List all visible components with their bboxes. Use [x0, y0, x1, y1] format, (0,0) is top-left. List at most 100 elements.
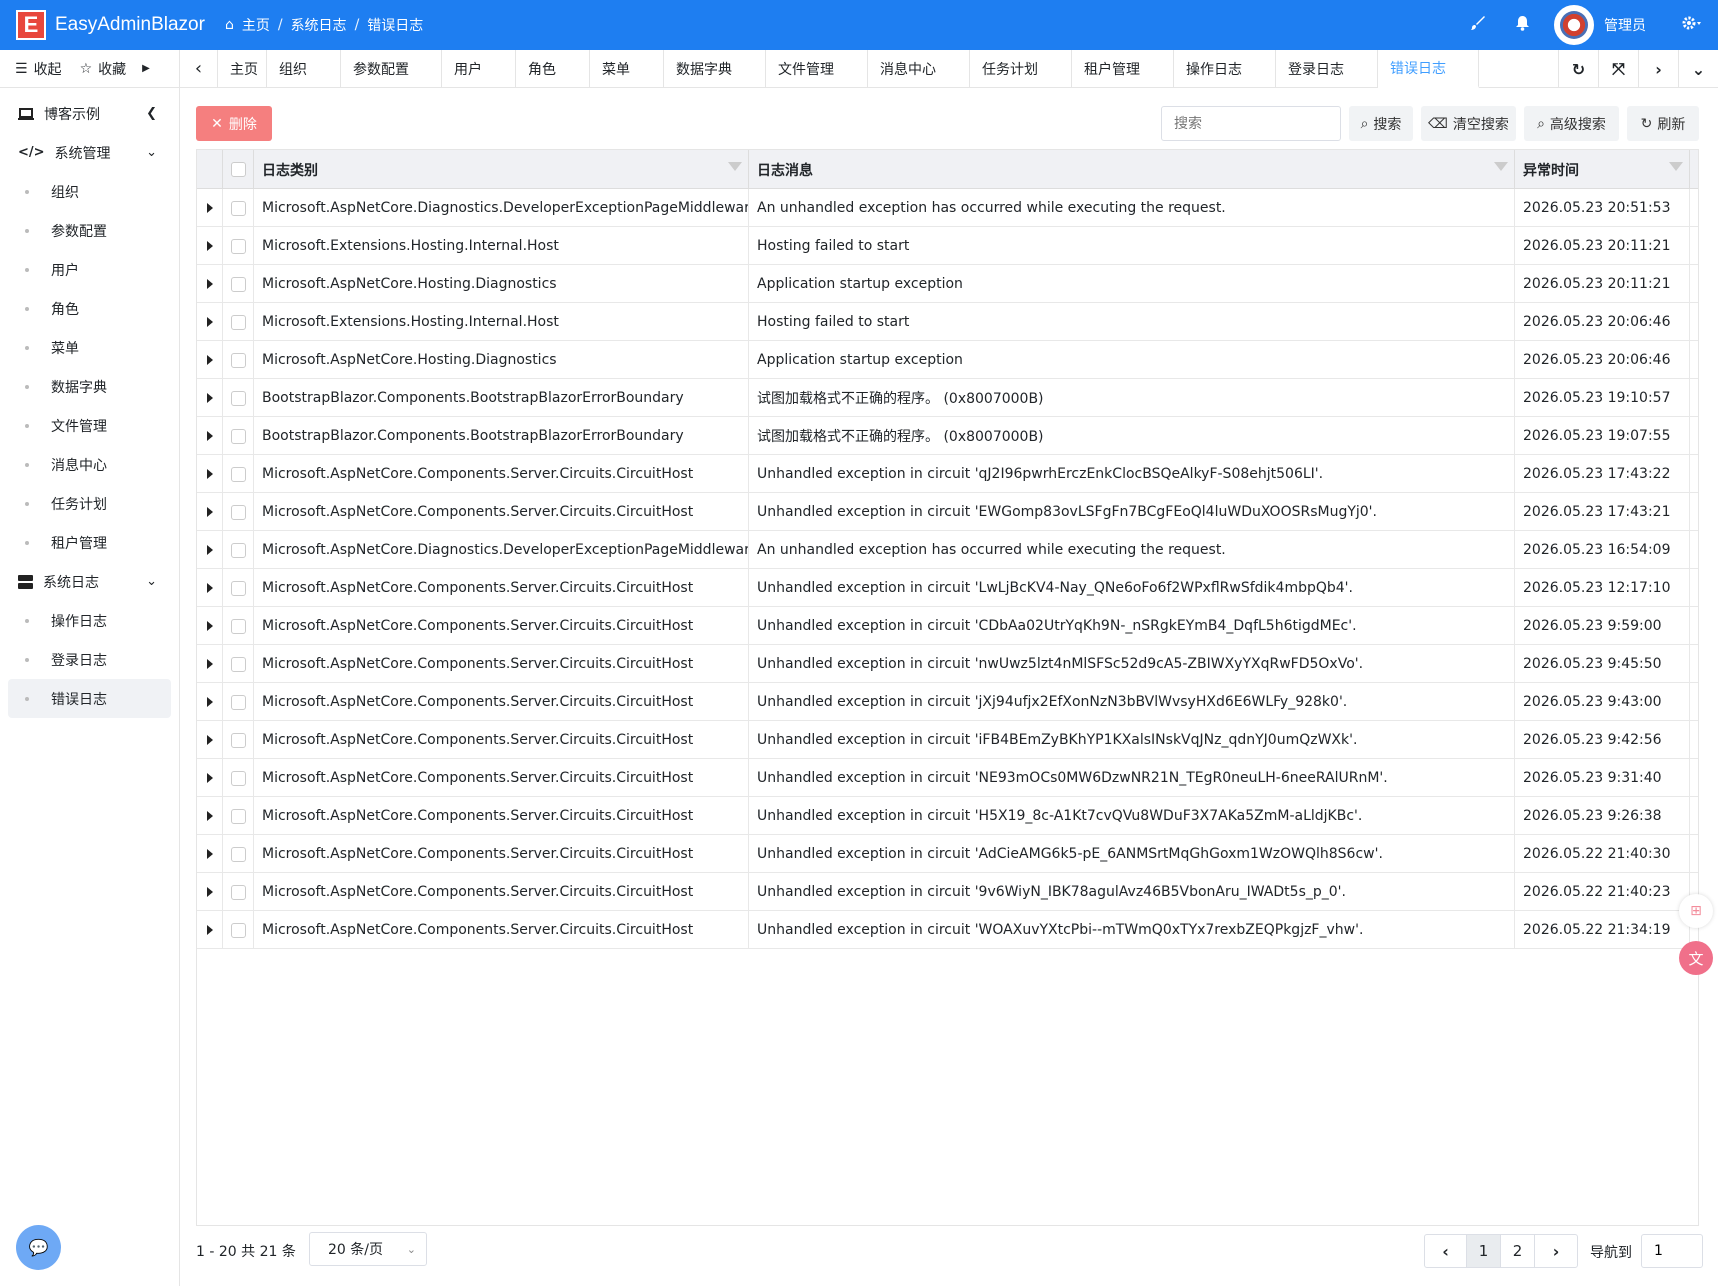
search-button[interactable]: ⌕ 搜索: [1349, 106, 1413, 141]
apps-float-button[interactable]: ⊞: [1679, 894, 1713, 928]
table-row[interactable]: Microsoft.Extensions.Hosting.Internal.Ho…: [197, 303, 1698, 341]
table-row[interactable]: Microsoft.AspNetCore.Components.Server.C…: [197, 645, 1698, 683]
search-input[interactable]: [1161, 106, 1341, 141]
expand-row-button[interactable]: [197, 265, 223, 303]
sidebar-item-operation-log[interactable]: 操作日志: [8, 601, 171, 640]
goto-page-input[interactable]: [1641, 1234, 1703, 1268]
sidebar-item-tasks[interactable]: 任务计划: [8, 484, 171, 523]
page-size-select[interactable]: 20 条/页 ⌄: [309, 1232, 427, 1266]
row-checkbox[interactable]: [230, 694, 246, 710]
chat-float-button[interactable]: 💬: [16, 1225, 61, 1270]
collapse-button[interactable]: ☰ 收起: [15, 59, 62, 79]
table-row[interactable]: Microsoft.AspNetCore.Components.Server.C…: [197, 683, 1698, 721]
table-row[interactable]: Microsoft.AspNetCore.Hosting.Diagnostics…: [197, 341, 1698, 379]
expand-row-button[interactable]: [197, 493, 223, 531]
table-row[interactable]: Microsoft.AspNetCore.Components.Server.C…: [197, 721, 1698, 759]
expand-row-button[interactable]: [197, 531, 223, 569]
next-page-button[interactable]: ›: [1535, 1235, 1577, 1267]
row-checkbox[interactable]: [230, 504, 246, 520]
menu-group-logs[interactable]: 系统日志 ⌄: [0, 562, 179, 601]
filter-icon[interactable]: [728, 162, 742, 171]
menu-group-system[interactable]: </> 系统管理 ⌄: [0, 133, 179, 172]
column-header-message[interactable]: 日志消息: [749, 150, 1515, 189]
table-row[interactable]: Microsoft.Extensions.Hosting.Internal.Ho…: [197, 227, 1698, 265]
tab-params[interactable]: 参数配置: [341, 50, 442, 88]
tab-scroll-right-button[interactable]: ›: [1638, 50, 1678, 88]
brand-name[interactable]: EasyAdminBlazor: [55, 14, 205, 36]
favorite-button[interactable]: ☆ 收藏: [80, 59, 127, 79]
translate-float-button[interactable]: 文: [1679, 941, 1713, 975]
clear-search-button[interactable]: ⌫ 清空搜索: [1421, 106, 1516, 141]
expand-row-button[interactable]: [197, 797, 223, 835]
expand-row-button[interactable]: [197, 759, 223, 797]
row-checkbox[interactable]: [230, 238, 246, 254]
sidebar-item-login-log[interactable]: 登录日志: [8, 640, 171, 679]
sidebar-item-users[interactable]: 用户: [8, 250, 171, 289]
caret-right-icon[interactable]: ▶: [142, 63, 150, 74]
tab-menu-chevron-down-icon[interactable]: ⌄: [1678, 50, 1718, 88]
table-row[interactable]: BootstrapBlazor.Components.BootstrapBlaz…: [197, 379, 1698, 417]
row-checkbox[interactable]: [230, 466, 246, 482]
row-checkbox[interactable]: [230, 428, 246, 444]
breadcrumb-home[interactable]: 主页: [242, 15, 270, 35]
app-logo[interactable]: E: [16, 10, 46, 40]
sidebar-item-files[interactable]: 文件管理: [8, 406, 171, 445]
tab-roles[interactable]: 角色: [516, 50, 590, 88]
expand-row-button[interactable]: [197, 455, 223, 493]
refresh-button[interactable]: ↻ 刷新: [1627, 106, 1699, 141]
tab-users[interactable]: 用户: [442, 50, 516, 88]
row-checkbox[interactable]: [230, 656, 246, 672]
tab-error-log[interactable]: 错误日志: [1378, 50, 1479, 88]
row-checkbox[interactable]: [230, 846, 246, 862]
expand-row-button[interactable]: [197, 873, 223, 911]
row-checkbox[interactable]: [230, 200, 246, 216]
table-row[interactable]: Microsoft.AspNetCore.Components.Server.C…: [197, 911, 1698, 949]
expand-row-button[interactable]: [197, 379, 223, 417]
row-checkbox[interactable]: [230, 922, 246, 938]
tab-messages[interactable]: 消息中心: [868, 50, 970, 88]
filter-icon[interactable]: [1494, 162, 1508, 171]
tab-menus[interactable]: 菜单: [590, 50, 664, 88]
expand-row-button[interactable]: [197, 189, 223, 227]
row-checkbox[interactable]: [230, 314, 246, 330]
bell-icon[interactable]: [1500, 15, 1544, 36]
expand-row-button[interactable]: [197, 721, 223, 759]
column-header-time[interactable]: 异常时间: [1515, 150, 1690, 189]
select-all-checkbox[interactable]: [230, 162, 246, 177]
advanced-search-button[interactable]: ⌕ 高级搜索: [1524, 106, 1619, 141]
table-row[interactable]: Microsoft.AspNetCore.Components.Server.C…: [197, 607, 1698, 645]
table-row[interactable]: Microsoft.AspNetCore.Diagnostics.Develop…: [197, 531, 1698, 569]
row-checkbox[interactable]: [230, 770, 246, 786]
page-button-1[interactable]: 1: [1467, 1235, 1501, 1267]
menu-group-blog[interactable]: 博客示例 ❮: [0, 94, 179, 133]
tab-operation-log[interactable]: 操作日志: [1174, 50, 1276, 88]
table-row[interactable]: Microsoft.AspNetCore.Components.Server.C…: [197, 569, 1698, 607]
expand-row-button[interactable]: [197, 645, 223, 683]
table-row[interactable]: BootstrapBlazor.Components.BootstrapBlaz…: [197, 417, 1698, 455]
tab-tasks[interactable]: 任务计划: [970, 50, 1072, 88]
table-row[interactable]: Microsoft.AspNetCore.Components.Server.C…: [197, 797, 1698, 835]
row-checkbox[interactable]: [230, 352, 246, 368]
expand-row-button[interactable]: [197, 569, 223, 607]
expand-row-button[interactable]: [197, 835, 223, 873]
row-checkbox[interactable]: [230, 542, 246, 558]
table-row[interactable]: Microsoft.AspNetCore.Components.Server.C…: [197, 455, 1698, 493]
sidebar-item-params[interactable]: 参数配置: [8, 211, 171, 250]
row-checkbox[interactable]: [230, 732, 246, 748]
tab-scroll-left-button[interactable]: ‹: [180, 50, 218, 87]
fullscreen-icon[interactable]: ⤧: [1598, 50, 1638, 88]
expand-row-button[interactable]: [197, 303, 223, 341]
settings-gear-icon[interactable]: [1674, 15, 1710, 36]
reload-icon[interactable]: ↻: [1558, 50, 1598, 88]
user-name[interactable]: 管理员: [1604, 15, 1646, 35]
expand-row-button[interactable]: [197, 227, 223, 265]
expand-row-button[interactable]: [197, 607, 223, 645]
table-row[interactable]: Microsoft.AspNetCore.Components.Server.C…: [197, 759, 1698, 797]
row-checkbox[interactable]: [230, 618, 246, 634]
expand-row-button[interactable]: [197, 341, 223, 379]
table-row[interactable]: Microsoft.AspNetCore.Components.Server.C…: [197, 835, 1698, 873]
delete-button[interactable]: ✕ 删除: [196, 106, 272, 141]
sidebar-item-error-log[interactable]: 错误日志: [8, 679, 171, 718]
table-row[interactable]: Microsoft.AspNetCore.Diagnostics.Develop…: [197, 189, 1698, 227]
tab-files[interactable]: 文件管理: [766, 50, 868, 88]
